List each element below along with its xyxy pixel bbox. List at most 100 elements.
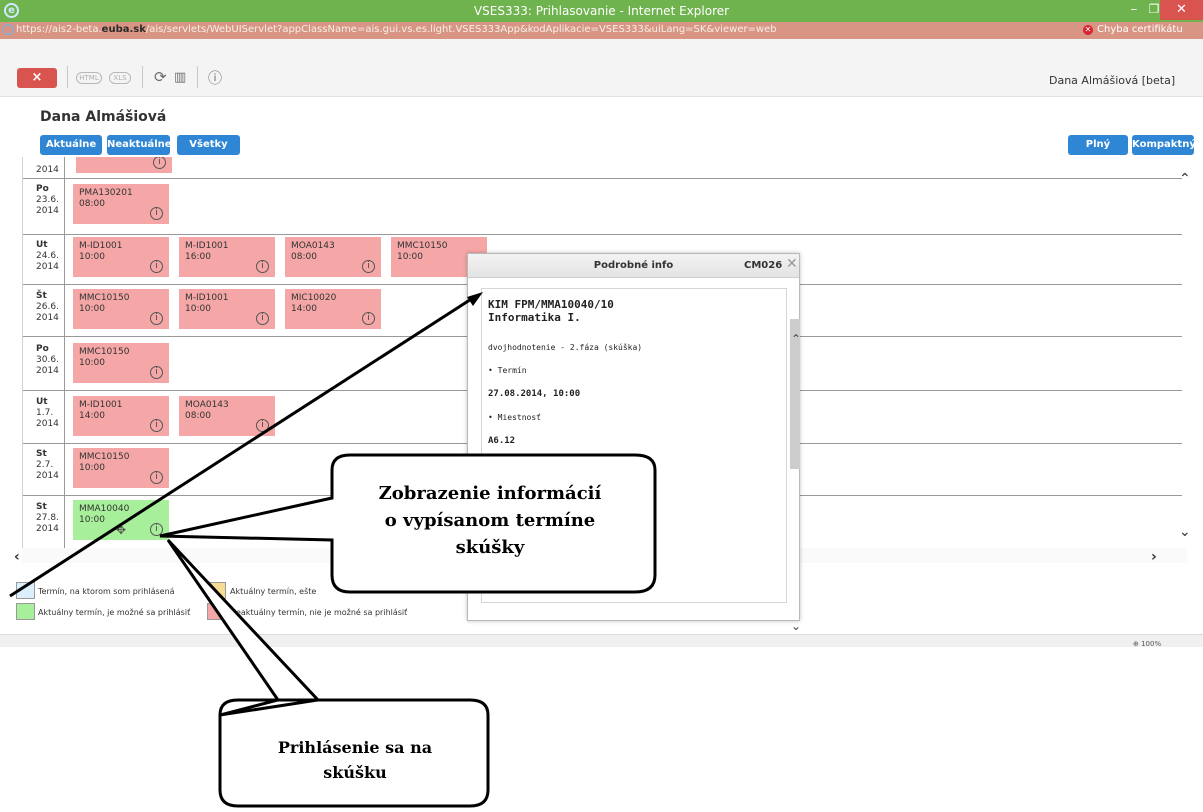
dialog-scrollbar[interactable] — [788, 319, 802, 619]
filter-all-button[interactable]: Všetky — [177, 135, 240, 155]
legend-swatch-past — [207, 603, 226, 620]
legend-swatch-registered — [16, 582, 35, 599]
day-name: St — [36, 449, 47, 459]
scroll-right-icon[interactable]: › — [1151, 549, 1157, 565]
info-icon[interactable]: i — [150, 523, 163, 536]
close-app-button[interactable]: × — [17, 68, 57, 88]
day-name: Št — [36, 291, 47, 301]
info-icon[interactable]: i — [256, 312, 269, 325]
info-circle-icon[interactable]: ⓘ — [208, 68, 222, 88]
filter-current-button[interactable]: Aktuálne — [40, 135, 102, 155]
day-name: Po — [36, 184, 49, 194]
scroll-up-icon[interactable]: ⌃ — [1179, 171, 1191, 187]
term-code: M-ID1001 — [185, 241, 229, 251]
term-label: • Termín — [488, 366, 527, 375]
row-divider — [22, 234, 1182, 235]
legend-registered: Termín, na ktorom som prihlásená — [38, 587, 175, 596]
info-icon[interactable]: i — [362, 260, 375, 273]
course-name: Informatika I. — [488, 311, 581, 324]
exam-term-card[interactable]: MOA0143 08:00 i — [285, 237, 381, 277]
info-icon[interactable]: i — [150, 471, 163, 484]
toolbar-separator — [67, 66, 68, 88]
status-bar — [0, 635, 1203, 647]
url-domain: euba.sk — [101, 24, 146, 35]
term-code: M-ID1001 — [79, 241, 123, 251]
signup-callout-line: skúšku — [323, 763, 387, 782]
view-compact-button[interactable]: Kompaktný — [1132, 135, 1196, 155]
dialog-scroll-down-icon[interactable]: ⌄ — [791, 619, 801, 633]
url-text[interactable]: https://ais2-beta.euba.sk/ais/servlets/W… — [16, 24, 777, 35]
day-name: Ut — [36, 240, 48, 250]
day-date: 30.6. — [36, 355, 59, 365]
dialog-header[interactable]: Podrobné info CM026 ✕ — [468, 254, 799, 278]
term-value: 27.08.2014, 10:00 — [488, 389, 581, 399]
day-date: 27.8. — [36, 513, 59, 523]
day-date: 1.7. — [36, 408, 54, 418]
dialog-scroll-up-icon[interactable]: ⌃ — [791, 332, 801, 346]
legend-current-pending: Aktuálny termín, ešte — [230, 587, 317, 596]
info-icon[interactable]: i — [256, 419, 269, 432]
maximize-icon[interactable]: ❐ — [1147, 2, 1161, 16]
dialog-code: CM026 — [744, 260, 783, 271]
exam-term-card[interactable]: MIC10020 14:00 i — [285, 289, 381, 329]
columns-icon[interactable]: ▥ — [174, 70, 186, 85]
legend-swatch-current-pending — [207, 582, 226, 599]
term-code: MMC10150 — [79, 293, 130, 303]
scroll-left-icon[interactable]: ‹ — [14, 549, 20, 565]
exam-term-card[interactable]: M-ID1001 16:00 i — [179, 237, 275, 277]
exam-term-card[interactable]: MOA0143 08:00 i — [179, 396, 275, 436]
minimize-icon[interactable]: – — [1127, 2, 1141, 17]
term-code: MMC10150 — [79, 452, 130, 462]
exam-term-card[interactable]: M-ID1001 14:00 i — [73, 396, 169, 436]
day-date: 2.7. — [36, 460, 54, 470]
info-callout-line: o vypísanom termíne — [384, 510, 596, 531]
info-icon[interactable]: i — [150, 260, 163, 273]
calendar-frame — [22, 157, 23, 555]
dialog-close-icon[interactable]: ✕ — [786, 256, 798, 272]
info-icon[interactable]: i — [150, 312, 163, 325]
info-icon[interactable]: i — [153, 157, 166, 169]
url-prefix: https://ais2-beta. — [16, 24, 102, 35]
exam-term-card[interactable]: M-ID1001 10:00 i — [73, 237, 169, 277]
app-toolbar — [0, 39, 1203, 97]
filter-past-button[interactable]: Neaktuálne — [107, 135, 172, 155]
view-full-button[interactable]: Plný — [1068, 135, 1128, 155]
exam-term-card[interactable]: M-ID1001 10:00 i — [179, 289, 275, 329]
window-close-icon[interactable]: ✕ — [1160, 0, 1203, 20]
day-date: 23.6. — [36, 195, 59, 205]
info-callout-line: skúšky — [455, 537, 525, 558]
day-cell: St 2.7. 2014 — [36, 449, 59, 482]
export-xls-button[interactable]: XLS — [109, 72, 131, 84]
date-column-divider — [64, 157, 65, 555]
exam-term-card[interactable]: PMA130201 08:00 i — [73, 184, 169, 224]
toolbar-separator — [197, 66, 198, 88]
exam-term-card[interactable]: MMC10150 10:00 i — [73, 343, 169, 383]
toolbar-separator — [142, 66, 143, 88]
certificate-warning[interactable]: ✕ Chyba certifikátu — [1083, 24, 1183, 35]
info-icon[interactable]: i — [150, 366, 163, 379]
page-icon — [3, 24, 14, 35]
address-bar[interactable]: https://ais2-beta.euba.sk/ais/servlets/W… — [0, 22, 1203, 39]
export-html-button[interactable]: HTML — [76, 72, 102, 84]
exam-term-card[interactable]: MMC10150 10:00 i — [73, 289, 169, 329]
signup-callout-text: Prihlásenie sa na skúšku — [230, 735, 480, 785]
exam-term-card[interactable]: i — [76, 157, 172, 173]
info-icon[interactable]: i — [150, 207, 163, 220]
legend-past: Neaktuálny termín, nie je možné sa prihl… — [230, 608, 408, 617]
exam-term-card[interactable]: MMC10150 10:00 i — [73, 448, 169, 488]
day-cell: Št 26.6. 2014 — [36, 291, 59, 324]
signup-cursor-icon[interactable]: ✥ — [116, 524, 126, 536]
day-year: 2014 — [36, 206, 59, 216]
day-date: 26.6. — [36, 302, 59, 312]
ie-window: e VSES333: Prihlasovanie - Internet Expl… — [0, 0, 1203, 812]
term-code: M-ID1001 — [79, 400, 123, 410]
info-icon[interactable]: i — [362, 312, 375, 325]
exam-term-card-available[interactable]: MMA10040 10:00 ✥ i — [73, 500, 169, 540]
info-icon[interactable]: i — [150, 419, 163, 432]
student-name: Dana Almášiová — [40, 109, 167, 125]
zoom-level[interactable]: ⊕ 100% — [1133, 640, 1161, 648]
day-year: 2014 — [36, 366, 59, 376]
refresh-icon[interactable]: ⟳ — [154, 68, 167, 86]
info-icon[interactable]: i — [256, 260, 269, 273]
scroll-down-icon[interactable]: ⌄ — [1179, 524, 1191, 540]
